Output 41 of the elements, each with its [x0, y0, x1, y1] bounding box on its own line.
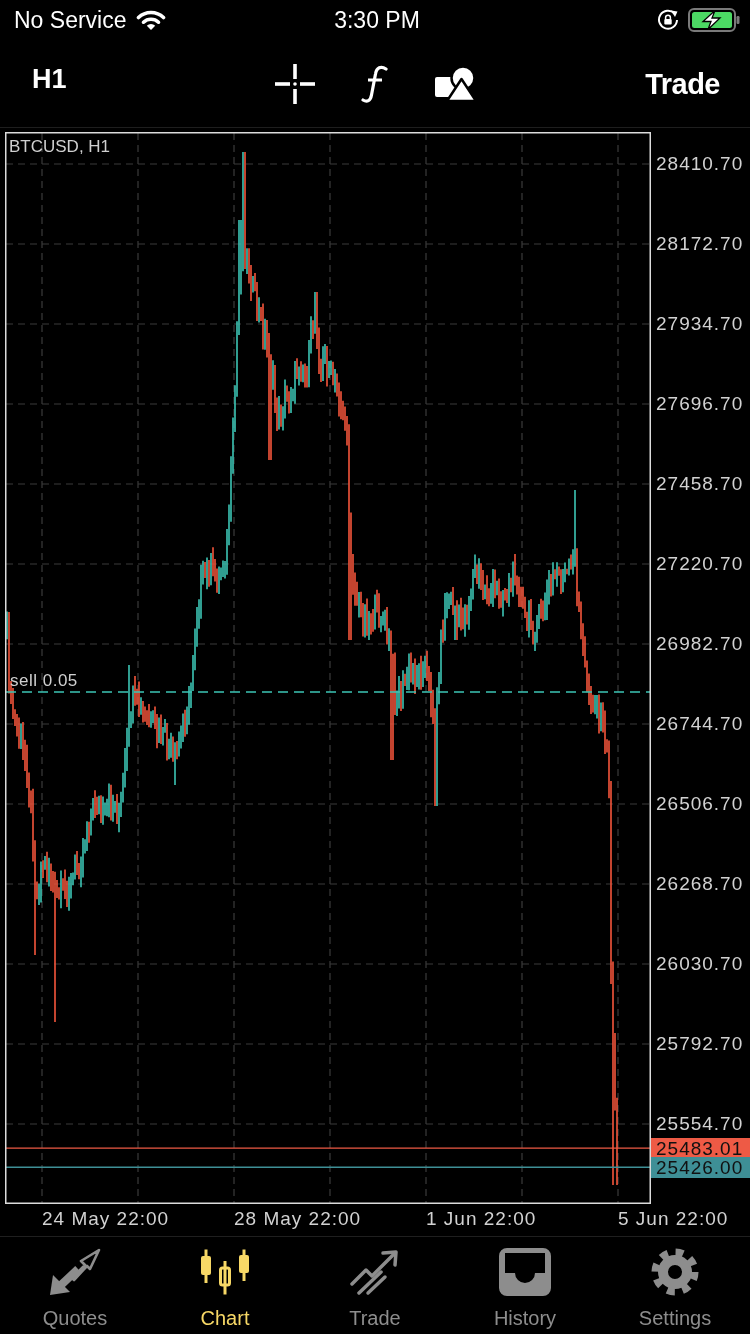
tab-button[interactable]: Quotes	[0, 1237, 150, 1334]
rotation-lock-icon	[657, 9, 679, 31]
price-tag: 25426.00	[651, 1156, 750, 1178]
candlestick-icon	[199, 1248, 251, 1296]
price-axis-label: 27220.70	[656, 552, 745, 576]
price-axis-label: 25554.70	[656, 1112, 745, 1136]
wifi-icon	[136, 9, 167, 31]
crosshair-icon[interactable]	[275, 63, 315, 104]
order-label: sell 0.05	[10, 671, 78, 691]
tab-button[interactable]: Chart	[150, 1237, 300, 1334]
clock-text: 3:30 PM	[334, 6, 420, 34]
time-axis-label: 5 Jun 22:00	[618, 1207, 729, 1231]
price-axis-label: 26982.70	[656, 632, 745, 656]
battery-icon	[688, 8, 740, 32]
trend-arrow-icon	[349, 1248, 401, 1296]
time-axis-label: 28 May 22:00	[234, 1207, 363, 1231]
price-axis-label: 27696.70	[656, 392, 745, 416]
settings-icon	[649, 1248, 701, 1296]
price-axis-label: 26030.70	[656, 952, 745, 976]
price-axis-label: 28172.70	[656, 232, 745, 256]
arrows-icon	[49, 1248, 101, 1296]
price-axis-label: 27458.70	[656, 472, 745, 496]
price-axis-label: 28410.70	[656, 152, 745, 176]
time-axis-label: 24 May 22:00	[42, 1207, 171, 1231]
trade-button[interactable]: Trade	[645, 66, 720, 101]
tab-button[interactable]: History	[450, 1237, 600, 1334]
tab-button[interactable]: Trade	[300, 1237, 450, 1334]
shapes-icon[interactable]	[435, 65, 477, 102]
price-axis-label: 26744.70	[656, 712, 745, 736]
time-axis-label: 1 Jun 22:00	[426, 1207, 538, 1231]
price-axis-label: 26268.70	[656, 872, 745, 896]
timeframe-button[interactable]: H1	[32, 61, 67, 96]
inbox-icon	[499, 1248, 551, 1296]
symbol-label: BTCUSD, H1	[9, 137, 111, 157]
price-axis-label: 26506.70	[656, 792, 745, 816]
carrier-text: No Service	[14, 6, 127, 34]
tab-button[interactable]: Settings	[600, 1237, 750, 1334]
function-icon[interactable]	[361, 63, 389, 104]
price-axis-label: 27934.70	[656, 312, 745, 336]
price-tag: 25483.01	[651, 1137, 750, 1159]
price-axis-label: 25792.70	[656, 1032, 745, 1056]
